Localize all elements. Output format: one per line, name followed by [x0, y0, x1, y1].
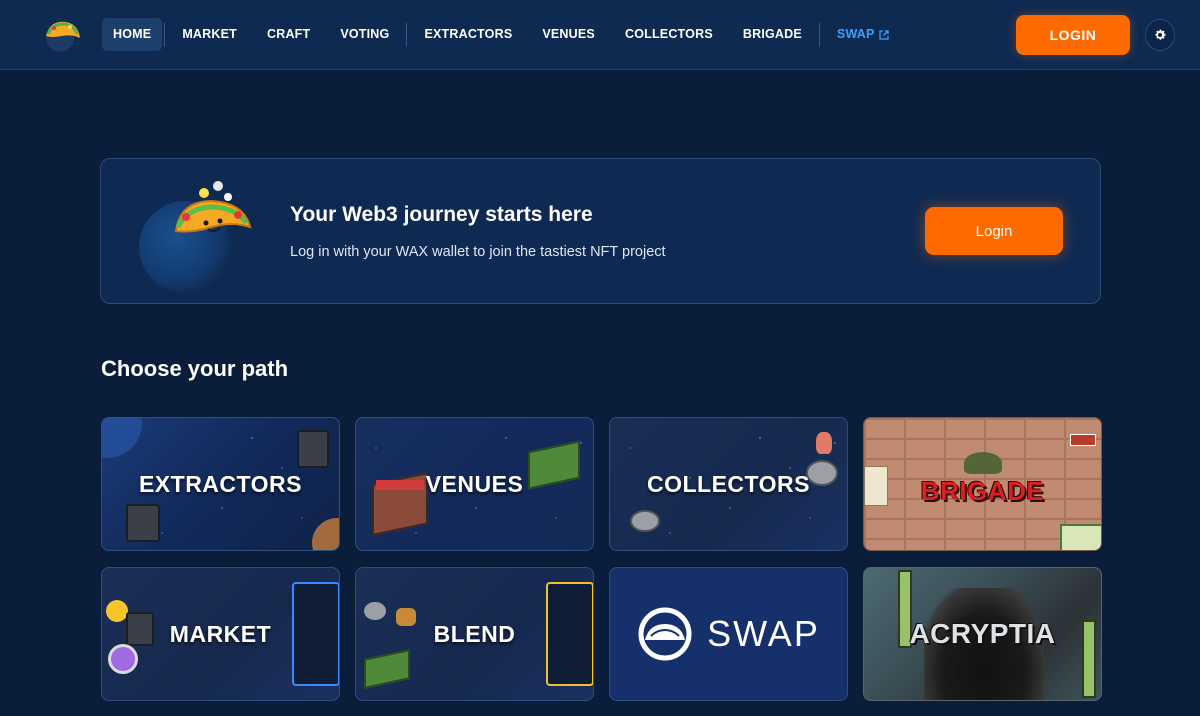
settings-button[interactable]	[1145, 19, 1175, 51]
external-link-icon	[878, 29, 889, 40]
nav-divider	[406, 22, 408, 47]
nav-divider	[164, 22, 166, 47]
nav-item-extractors[interactable]: EXTRACTORS	[409, 18, 527, 51]
gear-icon	[1155, 29, 1166, 40]
card-blend[interactable]: BLEND	[355, 567, 594, 701]
nav-item-swap-label: SWAP	[836, 27, 875, 41]
card-extractors[interactable]: EXTRACTORS	[101, 417, 340, 551]
nav-menu: HOME MARKET CRAFT VOTING EXTRACTORS VENU…	[102, 18, 904, 51]
card-market[interactable]: MARKET	[101, 567, 340, 701]
card-label: BLEND	[433, 620, 516, 647]
nav-item-voting[interactable]: VOTING	[325, 18, 404, 51]
card-swap[interactable]: SWAP	[609, 567, 848, 701]
card-label: ACRYPTIA	[909, 618, 1056, 649]
card-label: COLLECTORS	[646, 470, 811, 497]
taco-mascot-icon	[174, 181, 252, 233]
card-collectors[interactable]: COLLECTORS	[609, 417, 848, 551]
hero-subtitle: Log in with your WAX wallet to join the …	[290, 244, 666, 260]
login-button[interactable]: LOGIN	[1016, 15, 1130, 55]
card-label: MARKET	[169, 620, 272, 647]
taco-logo-icon[interactable]	[42, 14, 82, 52]
nav-divider	[818, 22, 820, 47]
swap-taco-icon	[638, 607, 692, 661]
nav-item-market[interactable]: MARKET	[167, 18, 252, 51]
swap-logo: SWAP	[610, 568, 847, 700]
card-label: VENUES	[425, 470, 524, 497]
hero-title: Your Web3 journey starts here	[290, 203, 593, 226]
section-title: Choose your path	[101, 356, 289, 381]
card-label: SWAP	[707, 613, 820, 654]
hero-login-button[interactable]: Login	[925, 207, 1063, 255]
card-label: BRIGADE	[920, 475, 1045, 506]
nav-item-collectors[interactable]: COLLECTORS	[610, 18, 728, 51]
hero-banner: Your Web3 journey starts here Log in wit…	[100, 158, 1101, 304]
nav-item-home[interactable]: HOME	[102, 18, 163, 51]
card-venues[interactable]: VENUES	[355, 417, 594, 551]
nav-item-brigade[interactable]: BRIGADE	[728, 18, 817, 51]
card-label: EXTRACTORS	[138, 470, 303, 497]
nav-item-craft[interactable]: CRAFT	[252, 18, 325, 51]
card-acryptia[interactable]: ACRYPTIA	[863, 567, 1102, 701]
top-navbar: HOME MARKET CRAFT VOTING EXTRACTORS VENU…	[0, 0, 1200, 70]
nav-item-venues[interactable]: VENUES	[527, 18, 610, 51]
card-brigade[interactable]: BRIGADE	[863, 417, 1102, 551]
nav-item-swap[interactable]: SWAP	[822, 18, 904, 51]
